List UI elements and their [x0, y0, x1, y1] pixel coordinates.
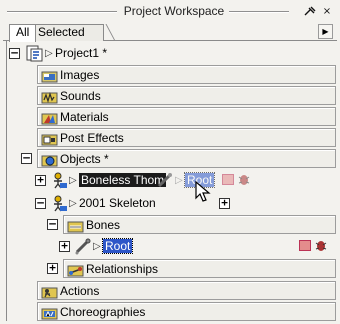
tab-all[interactable]: All [9, 24, 37, 42]
tree-row-root[interactable]: + ▷ Root [7, 237, 335, 256]
color-swatch[interactable] [299, 240, 311, 251]
relationships-row-button[interactable]: Relationships [63, 259, 336, 278]
bones-folder-icon [67, 221, 84, 233]
expand-toggle[interactable]: + [35, 174, 46, 186]
actions-folder-icon [41, 287, 58, 299]
tree-row-bones[interactable]: – Bones [7, 215, 336, 234]
expand-arrow-icon[interactable]: ▷ [45, 46, 53, 61]
project-workspace-panel: Project Workspace × All Selected ▶ – ▷ P… [0, 0, 340, 324]
tree-label-images: Images [60, 68, 100, 82]
tab-bar: All Selected ▶ [3, 22, 337, 42]
bones-row-button[interactable]: Bones [63, 215, 336, 234]
tree-row-sounds[interactable]: Sounds [37, 86, 336, 105]
tree-row-project[interactable]: – ▷ Project1 * [7, 44, 335, 63]
tree-row-objects[interactable]: – Objects * [7, 149, 336, 168]
bone-icon [75, 238, 91, 255]
tree-label-project: Project1 * [55, 46, 108, 60]
tree-label-post-effects: Post Effects [60, 131, 124, 145]
tree-label-2001-skeleton: 2001 Skeleton [79, 196, 156, 210]
tree-row-materials[interactable]: Materials [37, 107, 336, 126]
objects-row-button[interactable]: Objects * [37, 149, 336, 168]
tree-row-images[interactable]: Images [37, 65, 336, 84]
sounds-folder-icon [41, 91, 58, 104]
collapse-toggle[interactable]: – [21, 152, 32, 164]
expand-arrow-icon[interactable]: ▷ [69, 196, 77, 211]
window-title: Project Workspace [123, 4, 225, 18]
tree-row-actions[interactable]: Actions [37, 281, 336, 300]
tab-selected[interactable]: Selected [31, 24, 104, 41]
color-swatch [222, 174, 234, 185]
tree-label-choreographies: Choreographies [60, 305, 146, 319]
tree-row-2001-skeleton[interactable]: – ▷ 2001 Skeleton [7, 194, 335, 213]
pin-icon[interactable] [303, 6, 317, 18]
post-effects-folder-icon [41, 134, 58, 146]
tree-label-sounds: Sounds [60, 89, 101, 103]
collapse-toggle[interactable]: – [9, 47, 20, 59]
bone-icon [157, 173, 172, 188]
bug-icon[interactable] [315, 239, 327, 252]
model-figure-icon [54, 195, 67, 212]
project-file-icon [26, 45, 43, 62]
objects-folder-icon [41, 155, 58, 167]
tree-label-materials: Materials [60, 110, 109, 124]
expand-toggle[interactable]: + [59, 240, 70, 252]
project-tree[interactable]: – ▷ Project1 * Images Sounds Materials P… [6, 41, 336, 321]
expand-toggle[interactable]: + [47, 262, 58, 274]
tree-row-relationships[interactable]: + Relationships [7, 259, 336, 278]
materials-folder-icon [41, 113, 58, 125]
tree-row-choreographies[interactable]: Choreographies [37, 302, 336, 321]
bug-icon [238, 175, 250, 185]
tree-label-relationships: Relationships [86, 262, 159, 276]
choreographies-folder-icon [41, 308, 58, 320]
expand-arrow-icon[interactable]: ▷ [69, 173, 77, 188]
tree-label-boneless-thom: Boneless Thom [79, 173, 167, 187]
tree-label-actions: Actions [60, 284, 100, 298]
relationships-folder-icon [67, 265, 84, 277]
close-button[interactable]: × [320, 6, 334, 18]
collapse-toggle[interactable]: – [47, 218, 58, 230]
tree-label-objects: Objects * [60, 152, 109, 166]
title-bar: Project Workspace × [3, 3, 337, 21]
model-figure-icon [54, 172, 67, 189]
title-rule-left [7, 11, 117, 12]
collapse-toggle[interactable]: – [35, 197, 46, 209]
ghost-arrow-icon: ▷ [175, 175, 183, 186]
tree-label-root: Root [101, 238, 134, 254]
tree-row-boneless-thom[interactable]: + ▷ Boneless Thom ▷ Root [7, 171, 335, 190]
images-folder-icon [41, 71, 58, 83]
tree-label-bones: Bones [86, 218, 121, 232]
title-rule-right [229, 11, 289, 12]
tree-row-post-effects[interactable]: Post Effects [37, 128, 336, 147]
arrow-right-icon[interactable]: ▶ [318, 24, 333, 39]
expand-arrow-icon[interactable]: ▷ [93, 239, 101, 254]
